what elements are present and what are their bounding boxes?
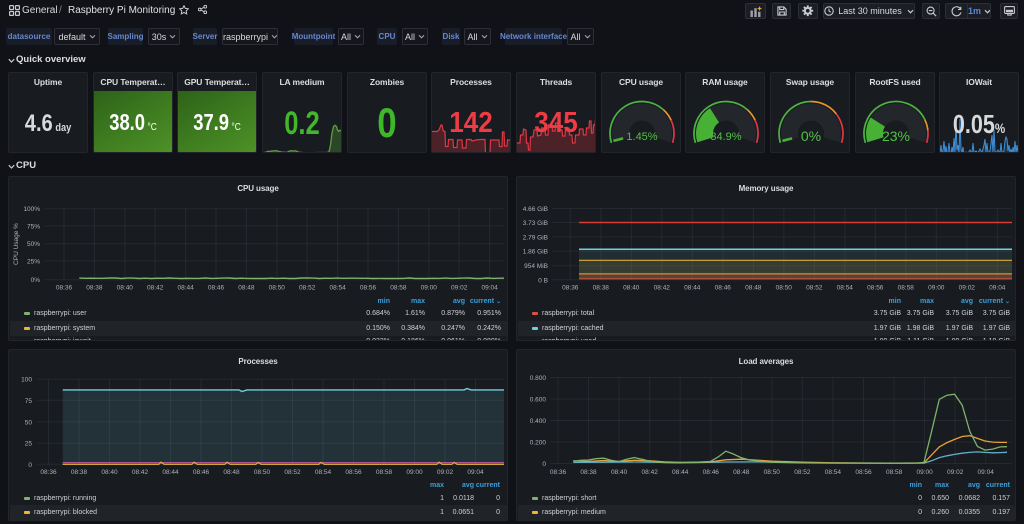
- svg-text:75%: 75%: [27, 223, 40, 230]
- svg-text:08:36: 08:36: [40, 469, 57, 476]
- svg-text:08:48: 08:48: [223, 469, 240, 476]
- svg-text:25%: 25%: [27, 258, 40, 265]
- svg-text:08:50: 08:50: [269, 285, 286, 292]
- svg-text:08:52: 08:52: [794, 469, 811, 476]
- svg-text:23%: 23%: [882, 128, 910, 144]
- svg-text:0.200: 0.200: [530, 440, 547, 447]
- svg-text:08:50: 08:50: [776, 285, 793, 292]
- svg-text:09:00: 09:00: [916, 469, 933, 476]
- svg-text:CPU Usage %: CPU Usage %: [13, 223, 20, 265]
- svg-text:08:36: 08:36: [56, 285, 73, 292]
- svg-text:08:48: 08:48: [733, 469, 750, 476]
- svg-text:08:56: 08:56: [345, 469, 362, 476]
- svg-text:08:58: 08:58: [390, 285, 407, 292]
- svg-text:08:44: 08:44: [684, 285, 701, 292]
- svg-text:0%: 0%: [31, 277, 41, 284]
- svg-text:08:46: 08:46: [703, 469, 720, 476]
- svg-text:09:04: 09:04: [978, 469, 995, 476]
- svg-text:1.86 GiB: 1.86 GiB: [523, 249, 548, 256]
- svg-text:1.45%: 1.45%: [626, 131, 657, 143]
- svg-text:75: 75: [25, 398, 33, 405]
- svg-text:09:00: 09:00: [928, 285, 945, 292]
- svg-text:09:00: 09:00: [421, 285, 438, 292]
- svg-text:08:40: 08:40: [117, 285, 134, 292]
- svg-text:0.800: 0.800: [530, 375, 547, 382]
- svg-text:08:46: 08:46: [208, 285, 225, 292]
- svg-text:08:38: 08:38: [580, 469, 597, 476]
- svg-text:50: 50: [25, 419, 33, 426]
- svg-text:100%: 100%: [23, 206, 40, 213]
- svg-text:08:52: 08:52: [299, 285, 316, 292]
- svg-text:08:40: 08:40: [611, 469, 628, 476]
- svg-text:50%: 50%: [27, 241, 40, 248]
- svg-text:3.73 GiB: 3.73 GiB: [523, 220, 548, 227]
- svg-text:09:02: 09:02: [959, 285, 976, 292]
- svg-text:08:42: 08:42: [642, 469, 659, 476]
- svg-text:0: 0: [542, 461, 546, 468]
- svg-text:09:04: 09:04: [989, 285, 1006, 292]
- svg-text:100: 100: [21, 377, 32, 384]
- svg-text:34.9%: 34.9%: [710, 131, 741, 143]
- svg-text:09:02: 09:02: [451, 285, 468, 292]
- svg-text:08:48: 08:48: [238, 285, 255, 292]
- svg-text:08:58: 08:58: [886, 469, 903, 476]
- svg-text:09:02: 09:02: [947, 469, 964, 476]
- svg-text:08:46: 08:46: [193, 469, 210, 476]
- svg-text:08:54: 08:54: [825, 469, 842, 476]
- svg-text:08:46: 08:46: [715, 285, 732, 292]
- svg-text:954 MiB: 954 MiB: [524, 263, 548, 270]
- svg-text:09:02: 09:02: [437, 469, 454, 476]
- svg-text:08:54: 08:54: [329, 285, 346, 292]
- svg-text:08:42: 08:42: [132, 469, 149, 476]
- svg-text:08:56: 08:56: [360, 285, 377, 292]
- svg-text:08:52: 08:52: [806, 285, 823, 292]
- svg-text:08:44: 08:44: [177, 285, 194, 292]
- svg-text:08:38: 08:38: [593, 285, 610, 292]
- svg-text:09:00: 09:00: [406, 469, 423, 476]
- svg-text:08:56: 08:56: [855, 469, 872, 476]
- svg-text:25: 25: [25, 441, 33, 448]
- svg-text:08:44: 08:44: [672, 469, 689, 476]
- svg-text:08:42: 08:42: [654, 285, 671, 292]
- svg-text:08:42: 08:42: [147, 285, 164, 292]
- svg-text:08:38: 08:38: [71, 469, 88, 476]
- svg-text:08:38: 08:38: [86, 285, 103, 292]
- svg-text:08:56: 08:56: [867, 285, 884, 292]
- svg-text:08:36: 08:36: [562, 285, 579, 292]
- svg-text:0%: 0%: [801, 128, 821, 144]
- svg-text:08:54: 08:54: [837, 285, 854, 292]
- svg-text:0 B: 0 B: [538, 277, 548, 284]
- svg-text:08:48: 08:48: [745, 285, 762, 292]
- svg-text:08:50: 08:50: [254, 469, 271, 476]
- svg-text:08:50: 08:50: [764, 469, 781, 476]
- svg-text:09:04: 09:04: [481, 285, 498, 292]
- svg-text:08:36: 08:36: [550, 469, 567, 476]
- svg-text:2.79 GiB: 2.79 GiB: [523, 234, 548, 241]
- svg-text:4.66 GiB: 4.66 GiB: [523, 206, 548, 213]
- svg-text:08:58: 08:58: [376, 469, 393, 476]
- svg-text:0.400: 0.400: [530, 418, 547, 425]
- svg-text:09:04: 09:04: [467, 469, 484, 476]
- svg-text:08:54: 08:54: [315, 469, 332, 476]
- svg-text:08:40: 08:40: [623, 285, 640, 292]
- svg-text:0: 0: [28, 462, 32, 469]
- svg-text:08:44: 08:44: [162, 469, 179, 476]
- svg-text:08:52: 08:52: [284, 469, 301, 476]
- svg-text:0.600: 0.600: [530, 397, 547, 404]
- svg-text:08:58: 08:58: [898, 285, 915, 292]
- svg-text:08:40: 08:40: [101, 469, 118, 476]
